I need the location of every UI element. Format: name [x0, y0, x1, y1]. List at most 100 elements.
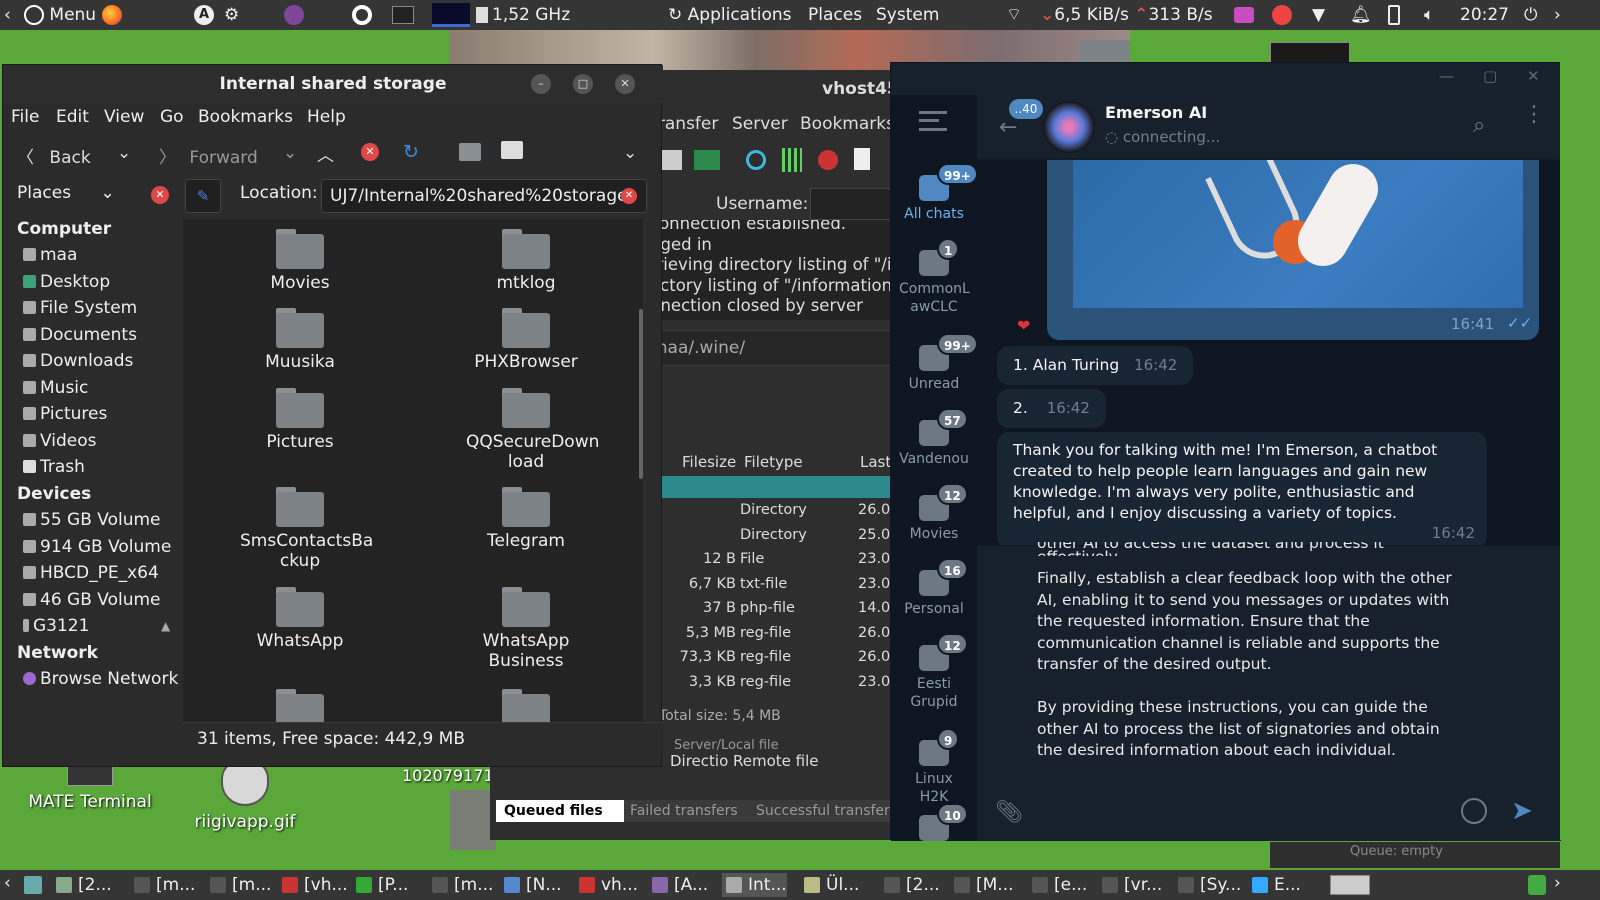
clear-location-icon[interactable]: ✕ — [621, 188, 637, 204]
minimize-button[interactable]: – — [531, 74, 551, 94]
applications-menu[interactable]: ↻ Applications — [668, 0, 792, 30]
up-button[interactable]: ︿ — [317, 141, 334, 166]
sidebar-item-g3121[interactable]: G3121 — [23, 616, 89, 636]
opera-launcher-icon[interactable] — [352, 0, 372, 30]
col-remote-file[interactable]: Remote file — [733, 752, 819, 770]
col-filesize[interactable]: Filesize — [682, 450, 736, 474]
remote-file-row[interactable]: 73,3 KBreg-file 26.04 — [650, 645, 892, 669]
remote-file-row[interactable]: 3,3 KBreg-file 23.04 — [650, 670, 892, 694]
minimize-button[interactable]: — — [1439, 67, 1454, 85]
close-button[interactable]: ✕ — [615, 74, 635, 94]
taskbar-button[interactable]: [m... — [206, 873, 271, 897]
back-arrow-icon[interactable]: ← — [999, 115, 1017, 140]
menu-view[interactable]: View — [104, 107, 144, 127]
taskbar-button[interactable]: [m... — [130, 873, 195, 897]
maximize-button[interactable]: □ — [573, 74, 593, 94]
taskbar-button[interactable]: [2... — [52, 873, 112, 897]
taskbar-button[interactable]: [A... — [648, 873, 708, 897]
folder-item[interactable]: mtklog — [426, 229, 626, 293]
vertical-scrollbar[interactable] — [639, 309, 643, 479]
taskbar-button[interactable]: [e... — [1028, 873, 1087, 897]
notification-bell-icon[interactable]: 🔔︎ — [1350, 0, 1372, 30]
taskbar-button[interactable]: [vh... — [278, 873, 348, 897]
tab-failed-transfers[interactable]: Failed transfers — [624, 800, 750, 822]
menu-help[interactable]: Help — [307, 107, 346, 127]
more-options-icon[interactable]: ⋮ — [1523, 104, 1545, 126]
taskbar-button[interactable]: [N... — [500, 873, 562, 897]
folder-tab[interactable]: 99+ Unread — [891, 333, 978, 393]
eject-icon[interactable]: ▲ — [161, 619, 170, 633]
menu-bookmarks[interactable]: Bookmarks — [198, 107, 293, 127]
username-input[interactable] — [810, 188, 892, 220]
filter-icon[interactable] — [782, 148, 802, 172]
close-sidebar-icon[interactable]: ✕ — [151, 186, 169, 204]
edit-location-toggle[interactable]: ✎ — [185, 179, 221, 213]
image-message[interactable]: 16:41 ✓✓ — [1047, 160, 1539, 340]
places-selector[interactable]: Places ⌄ — [17, 183, 115, 203]
message-bubble[interactable]: Thank you for talking with me! I'm Emers… — [997, 432, 1487, 545]
volume-icon[interactable]: 🔈︎ — [1424, 0, 1434, 30]
message-composer[interactable]: other AI to access the dataset and proce… — [977, 542, 1561, 841]
heart-reaction-icon[interactable]: ❤ — [1017, 316, 1030, 335]
sidebar-item-downloads[interactable]: Downloads — [23, 351, 133, 371]
contact-name[interactable]: Emerson AI — [1105, 103, 1207, 122]
taskbar-left-arrow[interactable]: ‹ — [4, 873, 11, 893]
folder-item[interactable]: WhatsApp — [200, 587, 400, 651]
forward-button[interactable]: 〉 Forward — [159, 143, 258, 168]
workspace-switcher[interactable] — [1330, 875, 1370, 895]
panel-right-arrow[interactable]: › — [1554, 0, 1561, 30]
sidebar-item-filesystem[interactable]: File System — [23, 298, 137, 318]
tray-app-icon[interactable] — [1234, 0, 1254, 30]
folder-item[interactable]: PHXBrowser — [426, 308, 626, 372]
col-filetype[interactable]: Filetype — [744, 450, 803, 474]
sidebar-item-videos[interactable]: Videos — [23, 431, 97, 451]
sync-icon[interactable] — [694, 150, 720, 170]
desktop-folder-icon[interactable] — [1080, 40, 1130, 64]
toolbar-overflow[interactable]: ⌄ — [623, 143, 637, 163]
folder-tab[interactable]: 12 Eesti Grupid — [891, 633, 977, 711]
folder-tab[interactable]: 16 Personal — [891, 558, 977, 618]
remote-path-input[interactable]: maa/.wine/ — [650, 330, 892, 366]
taskbar-button[interactable]: [m... — [428, 873, 493, 897]
folder-item[interactable]: Muusika — [200, 308, 400, 372]
panel-left-arrow[interactable]: ‹ — [4, 0, 11, 30]
remote-file-row[interactable]: 37 Bphp-file 14.05 — [650, 596, 892, 620]
menu-server[interactable]: Server — [732, 108, 788, 140]
folder-item[interactable]: QQSecureDown load — [426, 388, 626, 472]
taskbar-button[interactable]: [vr... — [1098, 873, 1162, 897]
avatar[interactable] — [1043, 101, 1095, 153]
taskbar-button[interactable]: E... — [1248, 873, 1301, 897]
draft-text[interactable]: Finally, establish a clear feedback loop… — [1037, 568, 1467, 762]
sidebar-item-browse-network[interactable]: Browse Network — [23, 669, 178, 689]
taskbar-button[interactable]: Int... — [722, 873, 787, 897]
back-button[interactable]: 〈 Back — [17, 143, 91, 168]
remote-file-row[interactable]: Directory 25.04 — [650, 523, 892, 547]
search-icon[interactable]: ⌕ — [1473, 113, 1485, 138]
firefox-launcher-icon[interactable] — [102, 0, 122, 30]
sidebar-item-55gb[interactable]: 55 GB Volume — [23, 510, 161, 530]
clock[interactable]: 20:27 — [1460, 0, 1509, 30]
power-icon[interactable]: ⏻ — [1524, 0, 1537, 30]
attach-icon[interactable]: 📎︎ — [995, 800, 1023, 825]
location-input[interactable]: UJ7/Internal%20shared%20storage — [321, 179, 647, 213]
col-last-modified[interactable]: Last — [860, 450, 891, 474]
settings-gears-icon[interactable]: ⚙ — [224, 0, 239, 30]
folder-tab[interactable]: 57 Vandenou — [891, 408, 977, 468]
sidebar-item-hbcd[interactable]: HBCD_PE_x64 — [23, 563, 159, 583]
computer-icon[interactable] — [501, 141, 523, 159]
menu-bookmarks[interactable]: Bookmarks — [800, 108, 892, 140]
col-direction[interactable]: Directio — [670, 752, 728, 770]
home-folder-icon[interactable] — [459, 143, 481, 161]
sidebar-item-46gb[interactable]: 46 GB Volume — [23, 590, 161, 610]
taskbar-button[interactable]: [2... — [880, 873, 940, 897]
system-menu[interactable]: System — [876, 0, 939, 30]
show-desktop-icon[interactable] — [24, 876, 42, 894]
hamburger-menu-icon[interactable] — [919, 111, 947, 131]
folder-item[interactable] — [200, 689, 400, 722]
taskbar-button[interactable]: [P... — [352, 873, 408, 897]
remote-file-row[interactable]: Directory 26.04 — [650, 498, 892, 522]
battery-icon[interactable] — [1388, 0, 1400, 30]
sidebar-item-914gb[interactable]: 914 GB Volume — [23, 537, 171, 557]
folder-item[interactable]: Telegram — [426, 487, 626, 551]
folder-item[interactable] — [426, 689, 626, 722]
